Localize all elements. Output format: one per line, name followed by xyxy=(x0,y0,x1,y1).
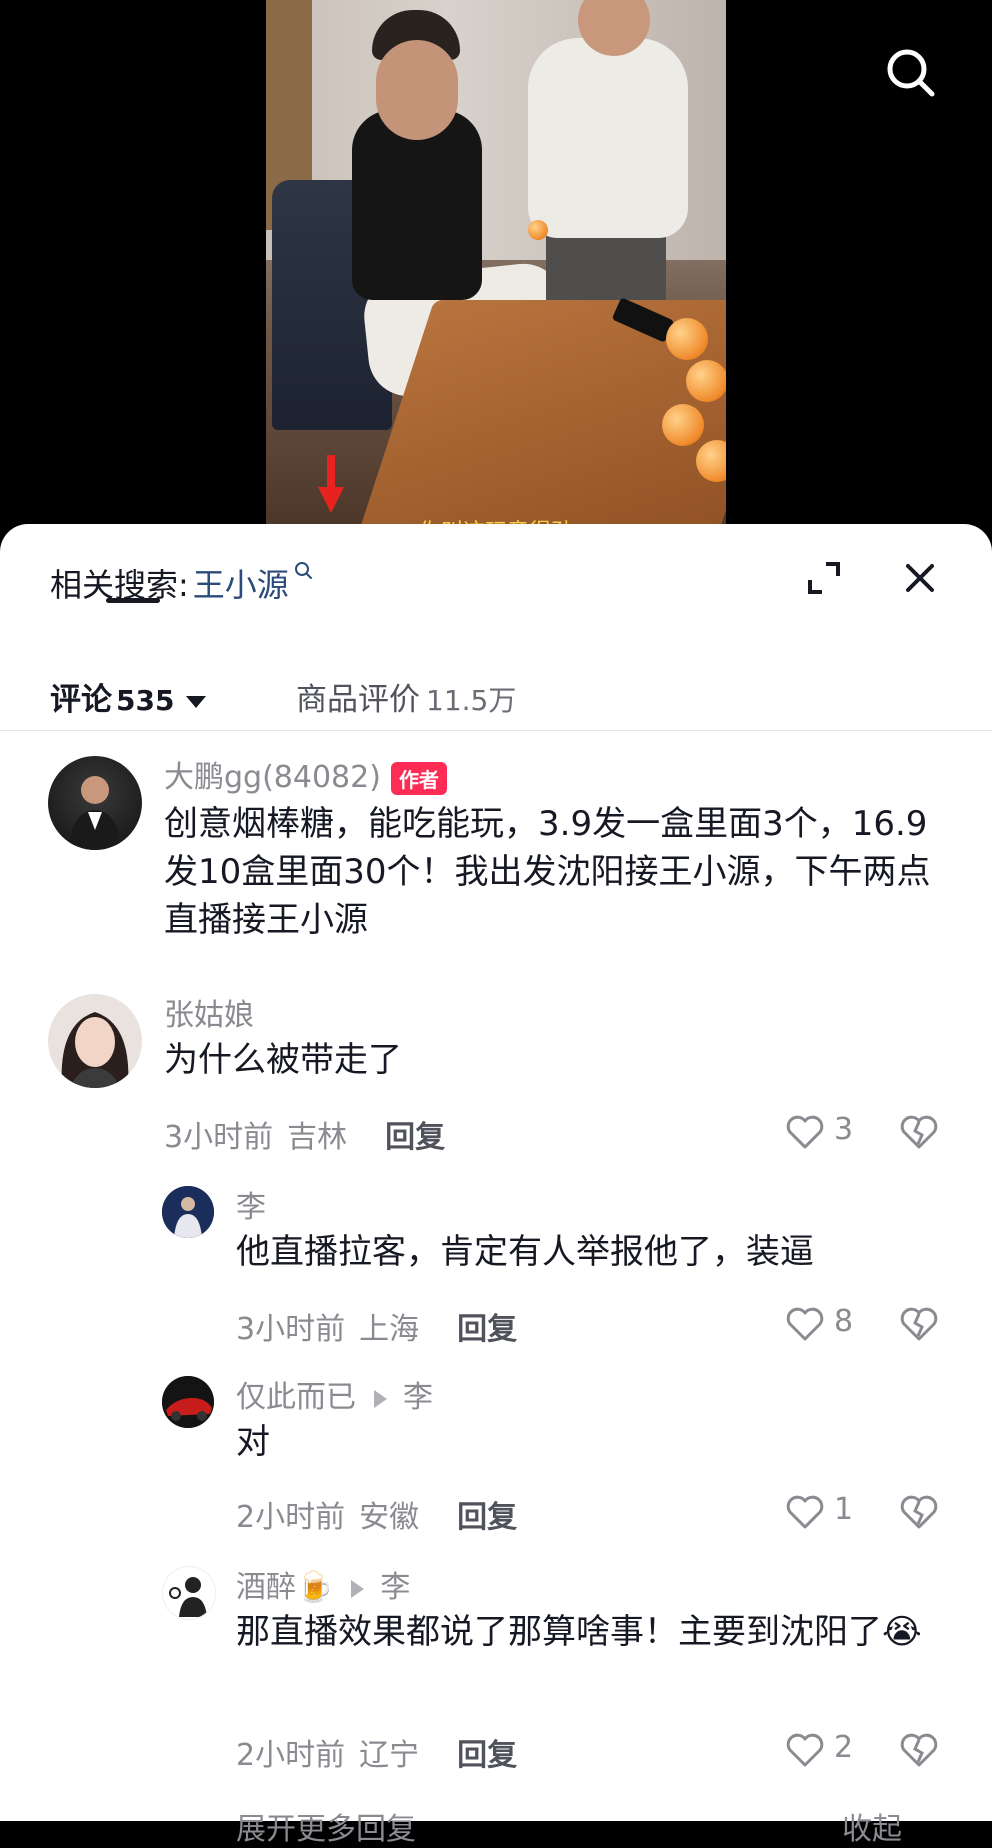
broken-heart-icon[interactable] xyxy=(900,1306,938,1342)
like-count: 1 xyxy=(834,1492,854,1527)
avatar[interactable] xyxy=(162,1376,214,1428)
broken-heart-icon[interactable] xyxy=(900,1114,938,1150)
comment-location: 上海 xyxy=(359,1312,420,1347)
tab-reviews-count: 11.5万 xyxy=(426,684,517,717)
search-keyword-icon xyxy=(294,562,312,579)
comment-text: 创意烟棒糖，能吃能玩，3.9发一盒里面3个，16.9发10盒里面30个！我出发沈… xyxy=(164,804,931,940)
related-search-keyword[interactable]: 王小源 xyxy=(193,566,289,604)
comment-meta: 3小时前 上海 回复 xyxy=(236,1304,517,1348)
broken-heart-icon[interactable] xyxy=(900,1494,938,1530)
video-person-head xyxy=(376,40,458,140)
tab-comments-label: 评论 xyxy=(50,682,112,718)
active-tab-indicator xyxy=(106,598,160,603)
reply-button[interactable]: 回复 xyxy=(385,1120,445,1155)
related-search[interactable]: 相关搜索: 王小源 xyxy=(50,560,315,606)
comment-time: 2小时前 xyxy=(236,1500,346,1535)
expand-more-replies-button[interactable]: 展开更多回复 xyxy=(236,1804,416,1848)
reply-to-arrow-icon xyxy=(374,1389,387,1408)
heart-icon[interactable] xyxy=(786,1494,824,1530)
comment-tabs: 评论 535 商品评价 11.5万 xyxy=(0,646,992,754)
reply-button[interactable]: 回复 xyxy=(457,1500,517,1535)
author-badge: 作者 xyxy=(390,762,447,795)
expand-icon[interactable] xyxy=(806,560,842,596)
tab-product-reviews[interactable]: 商品评价 11.5万 xyxy=(296,674,516,719)
tabs-divider xyxy=(0,730,992,731)
avatar[interactable] xyxy=(162,1566,216,1620)
comment-location: 吉林 xyxy=(287,1120,348,1155)
video-player[interactable]: 你叫这玩意得劲 xyxy=(0,0,992,540)
reply-to-username[interactable]: 李 xyxy=(403,1380,433,1415)
video-fruit xyxy=(686,360,726,402)
search-icon[interactable] xyxy=(882,44,938,100)
down-arrow-icon xyxy=(318,455,344,513)
like-count: 3 xyxy=(834,1112,854,1147)
video-person-standing xyxy=(528,38,688,238)
video-fruit xyxy=(666,318,708,360)
comment-time: 3小时前 xyxy=(164,1120,274,1155)
comment-username[interactable]: 大鹏gg(84082) 作者 xyxy=(164,752,447,796)
like-count: 2 xyxy=(834,1730,854,1765)
broken-heart-icon[interactable] xyxy=(900,1732,938,1768)
close-icon[interactable] xyxy=(902,560,938,596)
comment-text: 那直播效果都说了那算啥事！主要到沈阳了😭 xyxy=(236,1612,922,1652)
heart-icon[interactable] xyxy=(786,1306,824,1342)
tab-comments-count: 535 xyxy=(116,684,175,717)
reply-button[interactable]: 回复 xyxy=(457,1312,517,1347)
username-text: 大鹏gg(84082) xyxy=(164,760,381,795)
reply-to-username[interactable]: 李 xyxy=(380,1570,410,1605)
comment-time: 3小时前 xyxy=(236,1312,346,1347)
comment-time: 2小时前 xyxy=(236,1738,346,1773)
video-fruit xyxy=(662,404,704,446)
avatar[interactable] xyxy=(162,1186,214,1238)
comment-meta: 2小时前 安徽 回复 xyxy=(236,1492,517,1536)
heart-icon[interactable] xyxy=(786,1732,824,1768)
username-text: 酒醉🍺 xyxy=(236,1570,334,1605)
comment-location: 安徽 xyxy=(359,1500,420,1535)
comment-meta: 3小时前 吉林 回复 xyxy=(164,1112,445,1156)
avatar[interactable] xyxy=(48,756,142,850)
comment-text: 对 xyxy=(236,1422,270,1462)
comment-text: 为什么被带走了 xyxy=(164,1040,402,1080)
heart-icon[interactable] xyxy=(786,1114,824,1150)
like-count: 8 xyxy=(834,1304,854,1339)
video-fruit-in-hand xyxy=(528,220,548,240)
tab-comments[interactable]: 评论 535 xyxy=(50,674,207,719)
reply-button[interactable]: 回复 xyxy=(457,1738,517,1773)
comment-username[interactable]: 仅此而已 李 xyxy=(236,1372,433,1416)
comment-location: 辽宁 xyxy=(359,1738,420,1773)
avatar[interactable] xyxy=(48,994,142,1088)
collapse-replies-button[interactable]: 收起 xyxy=(842,1804,902,1848)
tab-reviews-label: 商品评价 xyxy=(296,682,420,718)
username-text: 仅此而已 xyxy=(236,1380,356,1415)
comment-text: 他直播拉客，肯定有人举报他了，装逼 xyxy=(236,1232,814,1272)
reply-to-arrow-icon xyxy=(351,1579,365,1598)
comment-username[interactable]: 酒醉🍺 李 xyxy=(236,1562,410,1606)
sort-caret-icon[interactable] xyxy=(186,695,207,708)
comment-username[interactable]: 李 xyxy=(236,1182,266,1226)
comment-meta: 2小时前 辽宁 回复 xyxy=(236,1730,517,1774)
comment-username[interactable]: 张姑娘 xyxy=(164,990,254,1034)
